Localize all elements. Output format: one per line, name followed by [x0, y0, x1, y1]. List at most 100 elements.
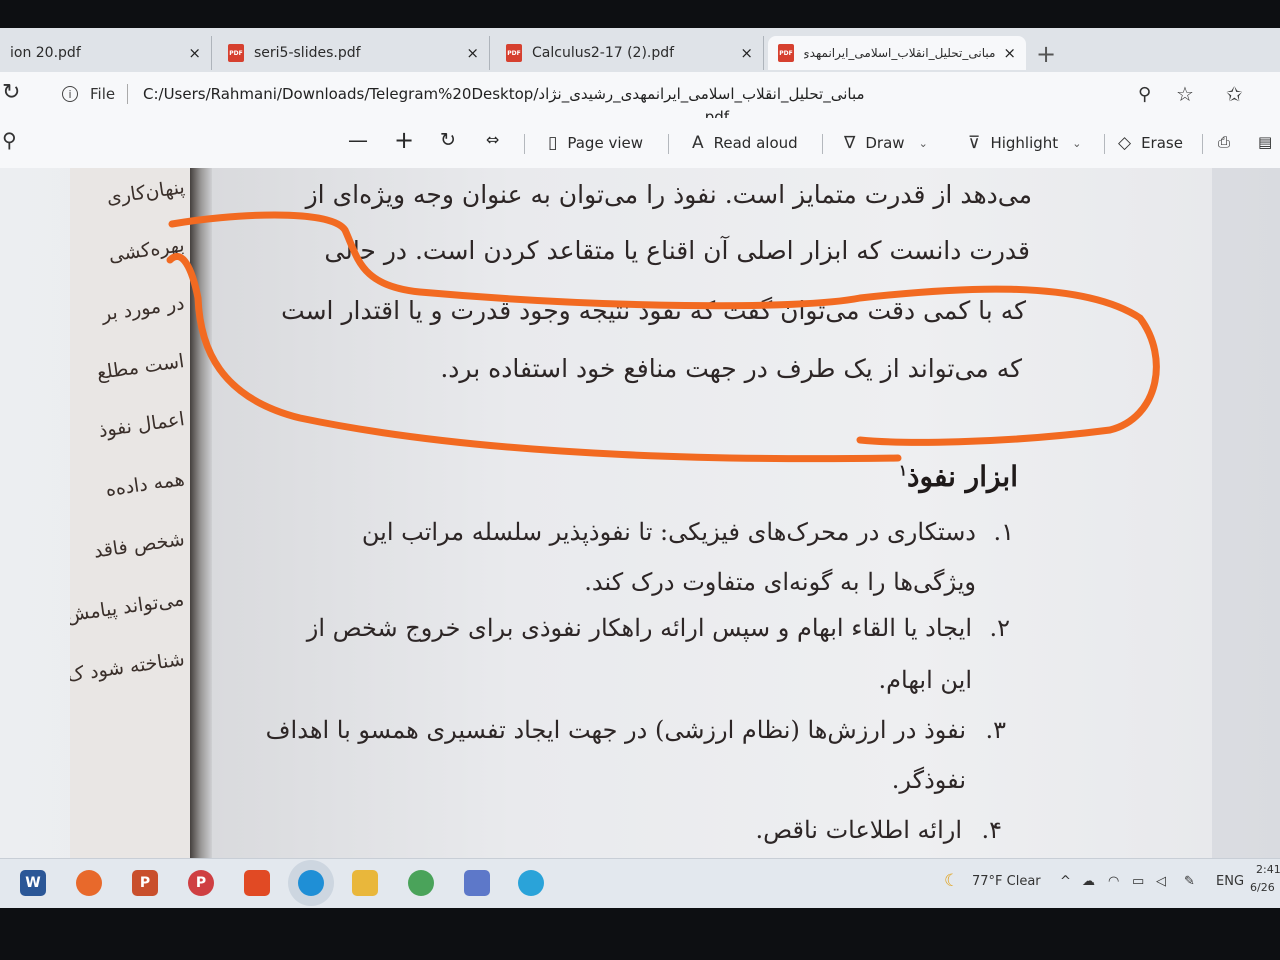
tab-ion-20[interactable]: ion 20.pdf × — [0, 36, 212, 70]
cloud-icon[interactable]: ☁ — [1082, 874, 1095, 889]
word-app-icon[interactable]: W — [20, 870, 46, 896]
list-item-line: ارائه اطلاعات ناقص. — [755, 816, 962, 844]
save-icon[interactable]: ▤ — [1258, 133, 1272, 151]
edge-app-icon[interactable] — [298, 870, 324, 896]
left-page-line: شخص فاقد — [91, 528, 186, 563]
tab-label: Calculus2-17 (2).pdf — [532, 45, 675, 61]
paragraph-line: می‌دهد از قدرت متمایز است. نفوذ را می‌تو… — [305, 180, 1032, 209]
list-item-line: ویژگی‌ها را به گونه‌ای متفاوت درک کند. — [584, 568, 976, 596]
draw-icon: ∇ — [844, 133, 856, 153]
paragraph-line: قدرت دانست که ابزار اصلی آن اقناع یا متق… — [324, 236, 1030, 265]
weather-text[interactable]: 77°F Clear — [972, 874, 1041, 889]
close-icon[interactable]: × — [1003, 44, 1016, 62]
tab-calculus2[interactable]: PDF Calculus2-17 (2).pdf × — [496, 36, 764, 70]
page-view-button[interactable]: ▯ Page view — [548, 133, 643, 153]
close-icon[interactable]: × — [188, 44, 201, 62]
list-item-line: نفوذگر. — [891, 766, 966, 794]
list-item-line: ایجاد یا القاء ابهام و سپس ارائه راهکار … — [306, 614, 972, 642]
heading-text: ابزار نفوذ — [907, 460, 1018, 493]
left-page-line: پنهان‌کاری — [104, 176, 186, 209]
chevron-down-icon[interactable]: ⌄ — [919, 137, 928, 150]
document-viewer[interactable]: پنهان‌کاری بهره‌کشی در مورد بر است مطلع … — [0, 168, 1280, 858]
read-aloud-label: Read aloud — [713, 134, 798, 152]
moon-icon: ☾ — [944, 871, 960, 891]
divider — [127, 84, 128, 104]
new-tab-button[interactable]: + — [1036, 40, 1056, 68]
close-icon[interactable]: × — [740, 44, 753, 62]
highlight-label: Highlight — [990, 134, 1059, 152]
current-page: می‌دهد از قدرت متمایز است. نفوذ را می‌تو… — [212, 168, 1212, 858]
tab-strip: ion 20.pdf × PDF seri5-slides.pdf × PDF … — [0, 28, 1280, 73]
page-gutter — [190, 168, 212, 858]
taskbar: W P P ☾ 77°F Clear ^ ☁ ◠ ▭ ◁ ✎ ENG 2:41 … — [0, 858, 1280, 908]
file-explorer-app-icon[interactable] — [352, 870, 378, 896]
highlight-button[interactable]: ⊽ Highlight ⌄ — [968, 133, 1081, 153]
close-icon[interactable]: × — [466, 44, 479, 62]
left-page-line: بهره‌کشی — [106, 234, 186, 267]
screen: ion 20.pdf × PDF seri5-slides.pdf × PDF … — [0, 28, 1280, 908]
fit-width-icon[interactable]: ⇔ — [486, 130, 499, 149]
left-page-line: در مورد بر — [100, 292, 186, 326]
add-favorite-icon[interactable]: ☆ — [1176, 82, 1194, 106]
erase-label: Erase — [1141, 134, 1183, 152]
divider — [1104, 134, 1105, 154]
wifi-icon[interactable]: ◠ — [1108, 874, 1119, 889]
telegram-app-icon[interactable] — [518, 870, 544, 896]
page-view-icon: ▯ — [548, 133, 558, 153]
left-page-line: است مطلع — [95, 350, 186, 385]
draw-button[interactable]: ∇ Draw ⌄ — [844, 133, 928, 153]
chevron-down-icon[interactable]: ⌄ — [1072, 137, 1081, 150]
battery-icon[interactable]: ▭ — [1132, 874, 1144, 889]
address-bar: ↻ i File C:/Users/Rahmani/Downloads/Tele… — [0, 72, 1280, 126]
search-icon[interactable]: ⚲ — [2, 128, 17, 152]
list-item-number: ۲. — [989, 614, 1010, 642]
left-page-line: اعمال نفوذ — [96, 408, 186, 442]
rotate-icon[interactable]: ↻ — [440, 129, 456, 151]
pen-icon[interactable]: ✎ — [1184, 874, 1195, 889]
section-heading: ابزار نفوذ۱ — [899, 460, 1018, 493]
erase-button[interactable]: ◇ Erase — [1118, 133, 1183, 153]
tab-label: ion 20.pdf — [10, 45, 81, 61]
firefox-app-icon[interactable] — [76, 870, 102, 896]
tab-seri5-slides[interactable]: PDF seri5-slides.pdf × — [218, 36, 490, 70]
language-indicator[interactable]: ENG — [1216, 874, 1244, 889]
office-app-icon[interactable] — [244, 870, 270, 896]
tab-active-document[interactable]: PDF مبانی_تحلیل_انقلاب_اسلامی_ایرانمهدی_… — [768, 36, 1026, 70]
clock-date[interactable]: 6/26 — [1250, 881, 1275, 894]
zoom-out-button[interactable]: — — [348, 128, 368, 152]
pdf-toolbar: ⚲ — + ↻ ⇔ ▯ Page view A Read aloud ∇ Dra… — [0, 118, 1280, 169]
list-item-number: ۴. — [981, 816, 1002, 844]
previous-page: پنهان‌کاری بهره‌کشی در مورد بر است مطلع … — [70, 168, 190, 858]
read-aloud-button[interactable]: A Read aloud — [692, 133, 798, 153]
footnote-marker: ۱ — [898, 461, 908, 480]
paragraph-line: که می‌تواند از یک طرف در جهت منافع خود ا… — [440, 354, 1022, 383]
eraser-icon: ◇ — [1118, 133, 1132, 153]
reload-icon[interactable]: ↻ — [2, 80, 20, 105]
pdf-icon: PDF — [778, 44, 794, 62]
left-page-line: همه داده‌ه — [103, 468, 186, 501]
scheme-label: File — [90, 85, 116, 103]
list-item-line: دستکاری در محرک‌های فیزیکی: تا نفوذپذیر … — [361, 518, 976, 546]
chrome-app-icon[interactable] — [408, 870, 434, 896]
powerpoint-app-icon[interactable]: P — [132, 870, 158, 896]
publisher-app-icon[interactable]: P — [188, 870, 214, 896]
clock-time[interactable]: 2:41 — [1256, 863, 1280, 876]
left-page-line: می‌تواند پیامش — [70, 588, 186, 627]
paint-app-icon[interactable] — [464, 870, 490, 896]
list-item-number: ۱. — [993, 518, 1014, 546]
tab-label: مبانی_تحلیل_انقلاب_اسلامی_ایرانمهدی_رشـ — [804, 46, 996, 60]
volume-icon[interactable]: ◁ — [1156, 874, 1166, 889]
print-icon[interactable]: ⎙ — [1218, 133, 1230, 151]
left-page-line: شناخته شود ک — [70, 648, 186, 687]
pdf-icon: PDF — [228, 44, 244, 62]
info-icon[interactable]: i — [62, 86, 78, 102]
paragraph-line: که با کمی دقت می‌توان گفت که نفوذ نتیجه … — [281, 296, 1026, 325]
pdf-icon: PDF — [506, 44, 522, 62]
zoom-icon[interactable]: ⚲ — [1138, 84, 1151, 105]
favorites-icon[interactable]: ✩ — [1226, 82, 1243, 106]
list-item-line: این ابهام. — [878, 666, 972, 694]
chevron-up-icon[interactable]: ^ — [1060, 874, 1071, 889]
read-aloud-icon: A — [692, 133, 704, 153]
url-text[interactable]: C:/Users/Rahmani/Downloads/Telegram%20De… — [143, 85, 865, 103]
zoom-in-button[interactable]: + — [394, 126, 414, 154]
